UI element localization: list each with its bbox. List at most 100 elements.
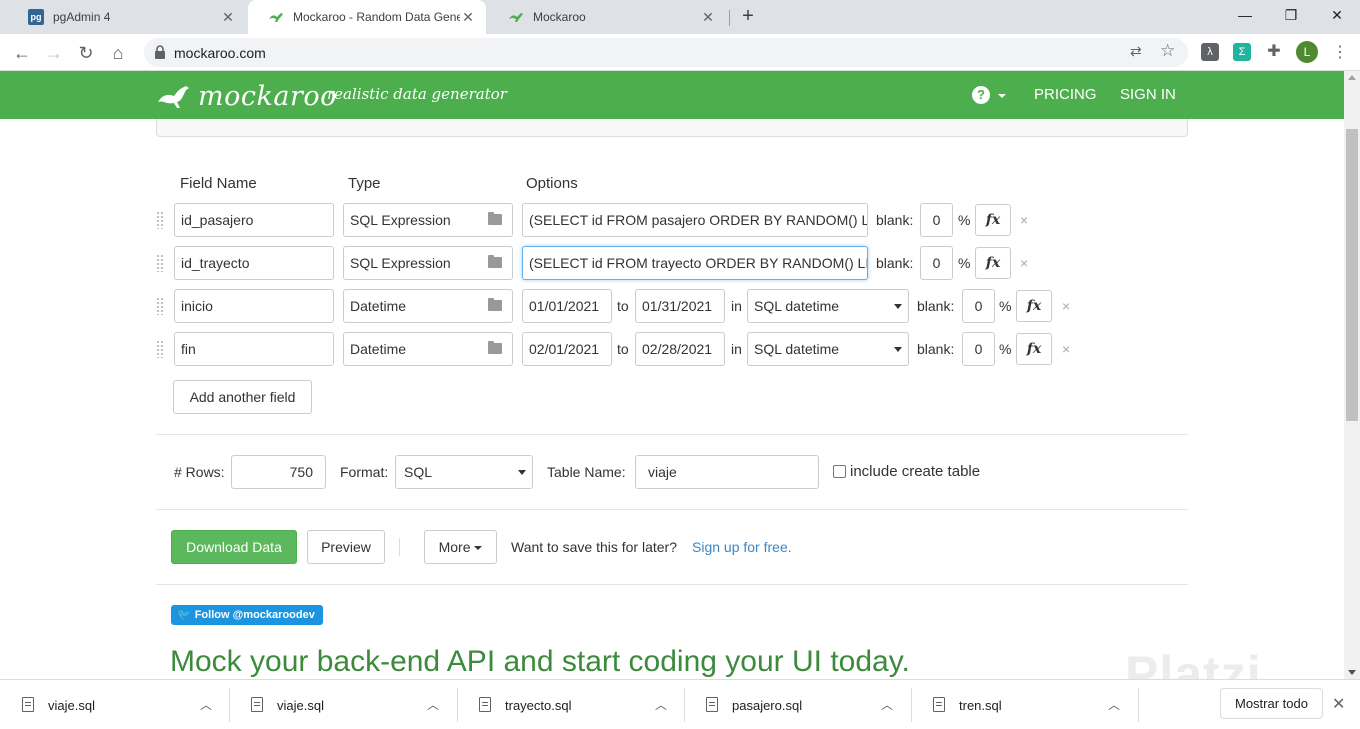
remove-field-icon[interactable]: × (1020, 203, 1028, 237)
chevron-up-icon[interactable]: ︿ (1108, 696, 1120, 713)
mockaroo-logo[interactable]: mockaroo (156, 81, 337, 112)
close-shelf-icon[interactable]: ✕ (1332, 694, 1345, 714)
close-tab-icon[interactable]: ✕ (700, 9, 716, 25)
field-name-input[interactable]: fin (174, 332, 334, 366)
translate-icon[interactable]: ⇄ (1130, 43, 1142, 60)
remove-field-icon[interactable]: × (1062, 289, 1070, 323)
field-name-input[interactable]: inicio (174, 289, 334, 323)
extensions-puzzle-icon[interactable]: ✚ (1265, 43, 1283, 61)
more-button[interactable]: More (424, 530, 497, 564)
rows-input[interactable]: 750 (231, 455, 326, 489)
date-to-input[interactable]: 02/28/2021 (635, 332, 725, 366)
file-icon (933, 697, 945, 712)
download-item[interactable]: viaje.sql ︿ (229, 680, 457, 729)
drag-handle-icon[interactable] (156, 297, 164, 315)
date-from-input[interactable]: 02/01/2021 (522, 332, 612, 366)
tab-mockaroo-active[interactable]: Mockaroo - Random Data Gener ✕ (248, 0, 486, 34)
tab-mockaroo[interactable]: Mockaroo ✕ (488, 0, 726, 34)
chevron-up-icon[interactable]: ︿ (200, 696, 212, 713)
type-selector[interactable]: SQL Expression (343, 203, 513, 237)
drag-handle-icon[interactable] (156, 340, 164, 358)
drag-handle-icon[interactable] (156, 254, 164, 272)
file-icon (479, 697, 491, 712)
datetime-format-select[interactable]: SQL datetime (747, 289, 909, 323)
in-label: in (731, 298, 742, 314)
page-viewport: mockaroo realistic data generator ? PRIC… (0, 71, 1344, 679)
chevron-up-icon[interactable]: ︿ (881, 696, 893, 713)
back-icon[interactable]: ← (8, 39, 36, 67)
chevron-up-icon[interactable]: ︿ (655, 696, 667, 713)
remove-field-icon[interactable]: × (1062, 332, 1070, 366)
divider (399, 538, 400, 556)
blank-percent-input[interactable]: 0 (962, 289, 995, 323)
maximize-button[interactable]: ❐ (1268, 0, 1314, 30)
address-bar[interactable]: mockaroo.com ⇄ ☆ (144, 38, 1188, 67)
date-from-input[interactable]: 01/01/2021 (522, 289, 612, 323)
scrollbar-thumb[interactable] (1346, 129, 1358, 421)
download-item[interactable]: viaje.sql ︿ (0, 680, 229, 729)
help-icon[interactable]: ? (972, 86, 990, 104)
divider (156, 584, 1188, 585)
scroll-up-icon[interactable] (1348, 75, 1356, 80)
sign-up-link[interactable]: Sign up for free. (692, 530, 792, 564)
show-all-downloads-button[interactable]: Mostrar todo (1220, 688, 1323, 719)
extension-sigma-icon[interactable]: Σ (1233, 43, 1251, 61)
new-tab-button[interactable]: + (738, 6, 758, 26)
type-selector[interactable]: Datetime (343, 289, 513, 323)
folder-icon (488, 255, 502, 268)
caret-down-icon[interactable] (998, 94, 1006, 98)
datetime-format-select[interactable]: SQL datetime (747, 332, 909, 366)
type-selector[interactable]: Datetime (343, 332, 513, 366)
table-name-input[interactable]: viaje (635, 455, 819, 489)
type-selector[interactable]: SQL Expression (343, 246, 513, 280)
page-scrollbar[interactable] (1344, 71, 1360, 679)
twitter-follow-button[interactable]: 🐦 Follow @mockaroodev (171, 605, 323, 625)
download-item[interactable]: pasajero.sql ︿ (684, 680, 911, 729)
bookmark-star-icon[interactable]: ☆ (1160, 41, 1175, 61)
nav-pricing[interactable]: PRICING (1034, 86, 1097, 103)
tab-pgadmin[interactable]: pg pgAdmin 4 ✕ (8, 0, 246, 34)
field-name-input[interactable]: id_pasajero (174, 203, 334, 237)
close-tab-icon[interactable]: ✕ (220, 9, 236, 25)
tagline: realistic data generator (327, 85, 507, 103)
blank-percent-input[interactable]: 0 (962, 332, 995, 366)
blank-percent-input[interactable]: 0 (920, 246, 953, 280)
scroll-down-icon[interactable] (1348, 670, 1356, 675)
kangaroo-logo-icon (158, 85, 189, 108)
browser-toolbar: ← → ↻ ⌂ mockaroo.com ⇄ ☆ λ Σ ✚ L ⋮ (0, 34, 1360, 71)
sql-expression-input[interactable]: (SELECT id FROM trayecto ORDER BY RANDOM… (522, 246, 868, 280)
chevron-up-icon[interactable]: ︿ (427, 696, 439, 713)
close-window-button[interactable]: ✕ (1314, 0, 1360, 30)
format-value: SQL (404, 464, 433, 480)
download-data-button[interactable]: Download Data (171, 530, 297, 564)
download-item[interactable]: tren.sql ︿ (911, 680, 1138, 729)
add-field-button[interactable]: Add another field (173, 380, 312, 414)
minimize-button[interactable]: — (1222, 0, 1268, 30)
blank-label: blank: (917, 341, 955, 357)
lock-icon (155, 45, 165, 59)
drag-handle-icon[interactable] (156, 211, 164, 229)
format-select[interactable]: SQL (395, 455, 533, 489)
forward-icon[interactable]: → (40, 39, 68, 67)
reload-icon[interactable]: ↻ (72, 39, 100, 67)
profile-avatar[interactable]: L (1296, 41, 1318, 63)
include-create-table-checkbox[interactable] (833, 465, 846, 478)
formula-button[interactable]: fx (975, 204, 1011, 236)
close-tab-icon[interactable]: ✕ (460, 9, 476, 25)
formula-button[interactable]: fx (975, 247, 1011, 279)
remove-field-icon[interactable]: × (1020, 246, 1028, 280)
browser-menu-icon[interactable]: ⋮ (1332, 42, 1348, 62)
formula-button[interactable]: fx (1016, 290, 1052, 322)
sql-expression-input[interactable]: (SELECT id FROM pasajero ORDER BY RANDOM… (522, 203, 868, 237)
extension-lambda-icon[interactable]: λ (1201, 43, 1219, 61)
date-to-input[interactable]: 01/31/2021 (635, 289, 725, 323)
nav-sign-in[interactable]: SIGN IN (1120, 86, 1176, 103)
home-icon[interactable]: ⌂ (104, 39, 132, 67)
field-name-input[interactable]: id_trayecto (174, 246, 334, 280)
format-value: SQL datetime (754, 298, 840, 314)
caret-down-icon (474, 546, 483, 551)
formula-button[interactable]: fx (1016, 333, 1052, 365)
download-item[interactable]: trayecto.sql ︿ (457, 680, 684, 729)
preview-button[interactable]: Preview (307, 530, 385, 564)
blank-percent-input[interactable]: 0 (920, 203, 953, 237)
